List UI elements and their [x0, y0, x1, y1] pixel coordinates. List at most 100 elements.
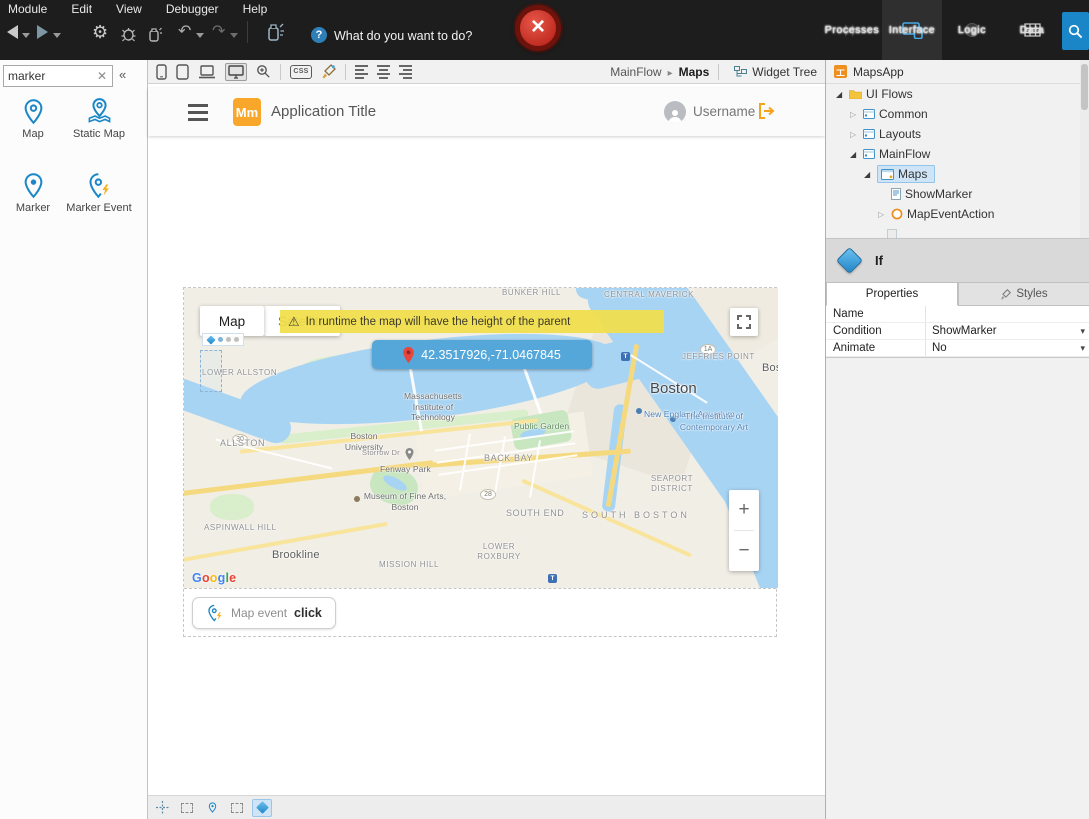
- breadcrumb-current[interactable]: Maps: [679, 65, 710, 79]
- menu-view[interactable]: View: [116, 2, 142, 16]
- app-logo[interactable]: Mm: [233, 98, 261, 126]
- tree-item-mainflow[interactable]: ◢ MainFlow: [826, 144, 1076, 164]
- menu-help[interactable]: Help: [243, 2, 268, 16]
- toolbox-item-map[interactable]: Map: [0, 98, 66, 142]
- collapse-arrow-icon[interactable]: ▷: [850, 130, 859, 139]
- property-value-dropdown[interactable]: No: [926, 340, 1089, 356]
- property-value-input[interactable]: [926, 306, 1089, 322]
- redo-dropdown-icon[interactable]: [230, 33, 238, 38]
- global-search-button[interactable]: [1062, 12, 1089, 50]
- map-event-button[interactable]: Map event click: [192, 597, 336, 629]
- phone-device-icon[interactable]: [156, 63, 167, 80]
- tab-logic[interactable]: Logic: [942, 0, 1002, 60]
- tab-interface[interactable]: Interface: [882, 0, 942, 60]
- align-left-icon[interactable]: [355, 64, 368, 79]
- back-dropdown-icon[interactable]: [22, 33, 30, 38]
- google-map-widget[interactable]: 30 28 1A T T BUNKER HILL CENTRAL MAVERIC…: [184, 288, 778, 588]
- map-event-row[interactable]: Map event click: [184, 588, 776, 636]
- help-search-text[interactable]: What do you want to do?: [334, 29, 472, 43]
- menu-module[interactable]: Module: [8, 2, 47, 16]
- app-title[interactable]: Application Title: [271, 103, 376, 120]
- settings-gear-icon[interactable]: ⚙: [92, 23, 108, 41]
- user-avatar[interactable]: [664, 101, 686, 123]
- tree-item-showmarker[interactable]: ShowMarker: [826, 184, 1076, 204]
- if-widget-footer-icon[interactable]: [252, 798, 272, 817]
- toolbox-item-marker-event[interactable]: Marker Event: [66, 172, 132, 216]
- fullscreen-icon: [737, 315, 751, 329]
- widget-tree-toggle[interactable]: Widget Tree: [734, 65, 817, 79]
- property-name: Animate: [826, 340, 926, 356]
- toolbox-item-static-map[interactable]: Static Map: [66, 98, 132, 142]
- tab-styles[interactable]: Styles: [958, 282, 1089, 306]
- red-marker-pin-icon: [403, 346, 414, 363]
- property-name: Name: [826, 306, 926, 322]
- if-widget-mini-icon[interactable]: [206, 334, 216, 345]
- tree-scrollbar[interactable]: [1080, 60, 1089, 238]
- map-widget-footer-icon[interactable]: [202, 799, 222, 817]
- container-icon[interactable]: [177, 799, 197, 817]
- tab-data[interactable]: Data: [1002, 0, 1062, 60]
- clear-search-icon[interactable]: ✕: [92, 69, 112, 83]
- property-row-name[interactable]: Name: [826, 306, 1089, 323]
- map-widget-container[interactable]: 30 28 1A T T BUNKER HILL CENTRAL MAVERIC…: [183, 287, 778, 637]
- username-label[interactable]: Username: [693, 104, 755, 119]
- property-row-condition[interactable]: Condition ShowMarker: [826, 323, 1089, 340]
- laptop-device-icon[interactable]: [198, 64, 216, 79]
- redo-icon[interactable]: ↷: [212, 24, 225, 40]
- property-value-dropdown[interactable]: ShowMarker: [926, 323, 1089, 339]
- module-root-row[interactable]: MapsApp: [826, 60, 1089, 84]
- theme-brush-icon[interactable]: [321, 64, 336, 79]
- scrollbar-thumb[interactable]: [1081, 64, 1088, 110]
- collapse-panel-icon[interactable]: «: [119, 67, 126, 82]
- expand-arrow-icon[interactable]: ◢: [864, 170, 873, 179]
- preview-app-header[interactable]: Mm Application Title Username: [148, 88, 825, 136]
- collapse-arrow-icon[interactable]: ▷: [850, 110, 859, 119]
- tab-processes[interactable]: Processes: [822, 0, 882, 60]
- zoom-out-button[interactable]: −: [729, 531, 759, 571]
- if-widget-placeholder[interactable]: [200, 350, 222, 392]
- map-selection-toolbar[interactable]: [202, 333, 244, 346]
- undo-dropdown-icon[interactable]: [196, 33, 204, 38]
- tab-properties[interactable]: Properties: [826, 282, 958, 306]
- debug-tool-icon[interactable]: [120, 27, 137, 42]
- fullscreen-button[interactable]: [730, 308, 758, 336]
- undo-icon[interactable]: ↶: [178, 24, 191, 40]
- align-right-icon[interactable]: [399, 64, 412, 79]
- expand-arrow-icon[interactable]: ◢: [836, 90, 845, 99]
- tree-item-layouts[interactable]: ▷ Layouts: [826, 124, 1076, 144]
- align-center-icon[interactable]: [377, 64, 390, 79]
- help-question-icon[interactable]: ?: [311, 27, 327, 43]
- logout-icon[interactable]: [758, 103, 776, 119]
- zoom-in-button[interactable]: +: [729, 490, 759, 530]
- menu-edit[interactable]: Edit: [71, 2, 92, 16]
- run-button[interactable]: [37, 25, 48, 39]
- debug-spray-icon[interactable]: [146, 27, 163, 42]
- layout-root-icon[interactable]: [152, 799, 172, 817]
- collapse-arrow-icon[interactable]: ▷: [878, 210, 887, 219]
- design-canvas[interactable]: Mm Application Title Username 30 28 1A T…: [148, 84, 825, 819]
- run-dropdown-icon[interactable]: [53, 33, 61, 38]
- property-row-animate[interactable]: Animate No: [826, 340, 1089, 357]
- publish-icon[interactable]: [264, 23, 284, 41]
- tablet-device-icon[interactable]: [176, 63, 189, 80]
- toolbox-search-input[interactable]: [4, 69, 92, 83]
- container-icon[interactable]: [227, 799, 247, 817]
- menu-debugger[interactable]: Debugger: [166, 2, 219, 16]
- map-type-button[interactable]: Map: [200, 306, 264, 336]
- tree-item-mapeventaction[interactable]: ▷ MapEventAction: [826, 204, 1076, 224]
- tree-item-common[interactable]: ▷ Common: [826, 104, 1076, 124]
- hamburger-menu-icon[interactable]: [188, 104, 208, 125]
- toolbox-item-marker[interactable]: Marker: [0, 172, 66, 216]
- tree-item-ui-flows[interactable]: ◢ UI Flows: [826, 84, 1076, 104]
- tree-item-maps[interactable]: ◢ Maps: [826, 164, 1076, 184]
- toolbox-search-box[interactable]: ✕: [3, 65, 113, 87]
- selected-tree-item[interactable]: Maps: [877, 165, 936, 183]
- expand-arrow-icon[interactable]: ◢: [850, 150, 859, 159]
- css-editor-icon[interactable]: CSS: [290, 64, 312, 79]
- desktop-device-selected[interactable]: [225, 62, 247, 81]
- back-button[interactable]: [7, 25, 18, 39]
- marker-coordinates-tooltip[interactable]: 42.3517926,-71.0467845: [372, 340, 592, 369]
- zoom-tool-icon[interactable]: [256, 64, 271, 79]
- error-badge[interactable]: ×: [515, 5, 561, 51]
- breadcrumb-parent[interactable]: MainFlow: [610, 65, 661, 79]
